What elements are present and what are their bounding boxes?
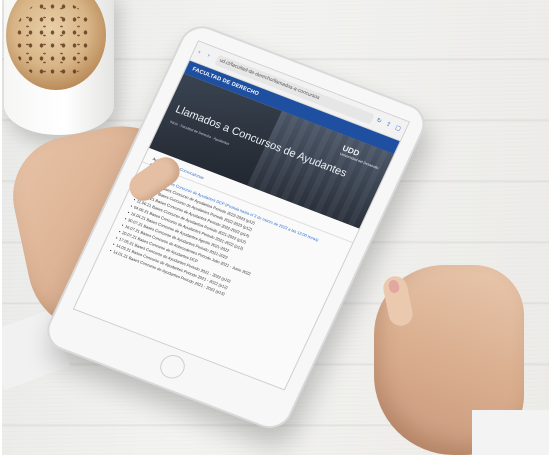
forward-icon[interactable]: ›	[206, 53, 214, 61]
photo: ‹ › ud.cl/facultad-de-derecho/llamados-a…	[2, 0, 549, 455]
back-icon[interactable]: ‹	[197, 49, 205, 57]
home-button[interactable]	[155, 351, 189, 382]
reload-icon[interactable]: ↻	[375, 118, 383, 126]
coffee-mug	[4, 0, 119, 140]
share-icon[interactable]: ⇪	[385, 121, 393, 129]
tabs-icon[interactable]: ▢	[394, 125, 402, 133]
right-sleeve	[472, 410, 549, 455]
cocoa-sprinkles	[14, 0, 94, 80]
